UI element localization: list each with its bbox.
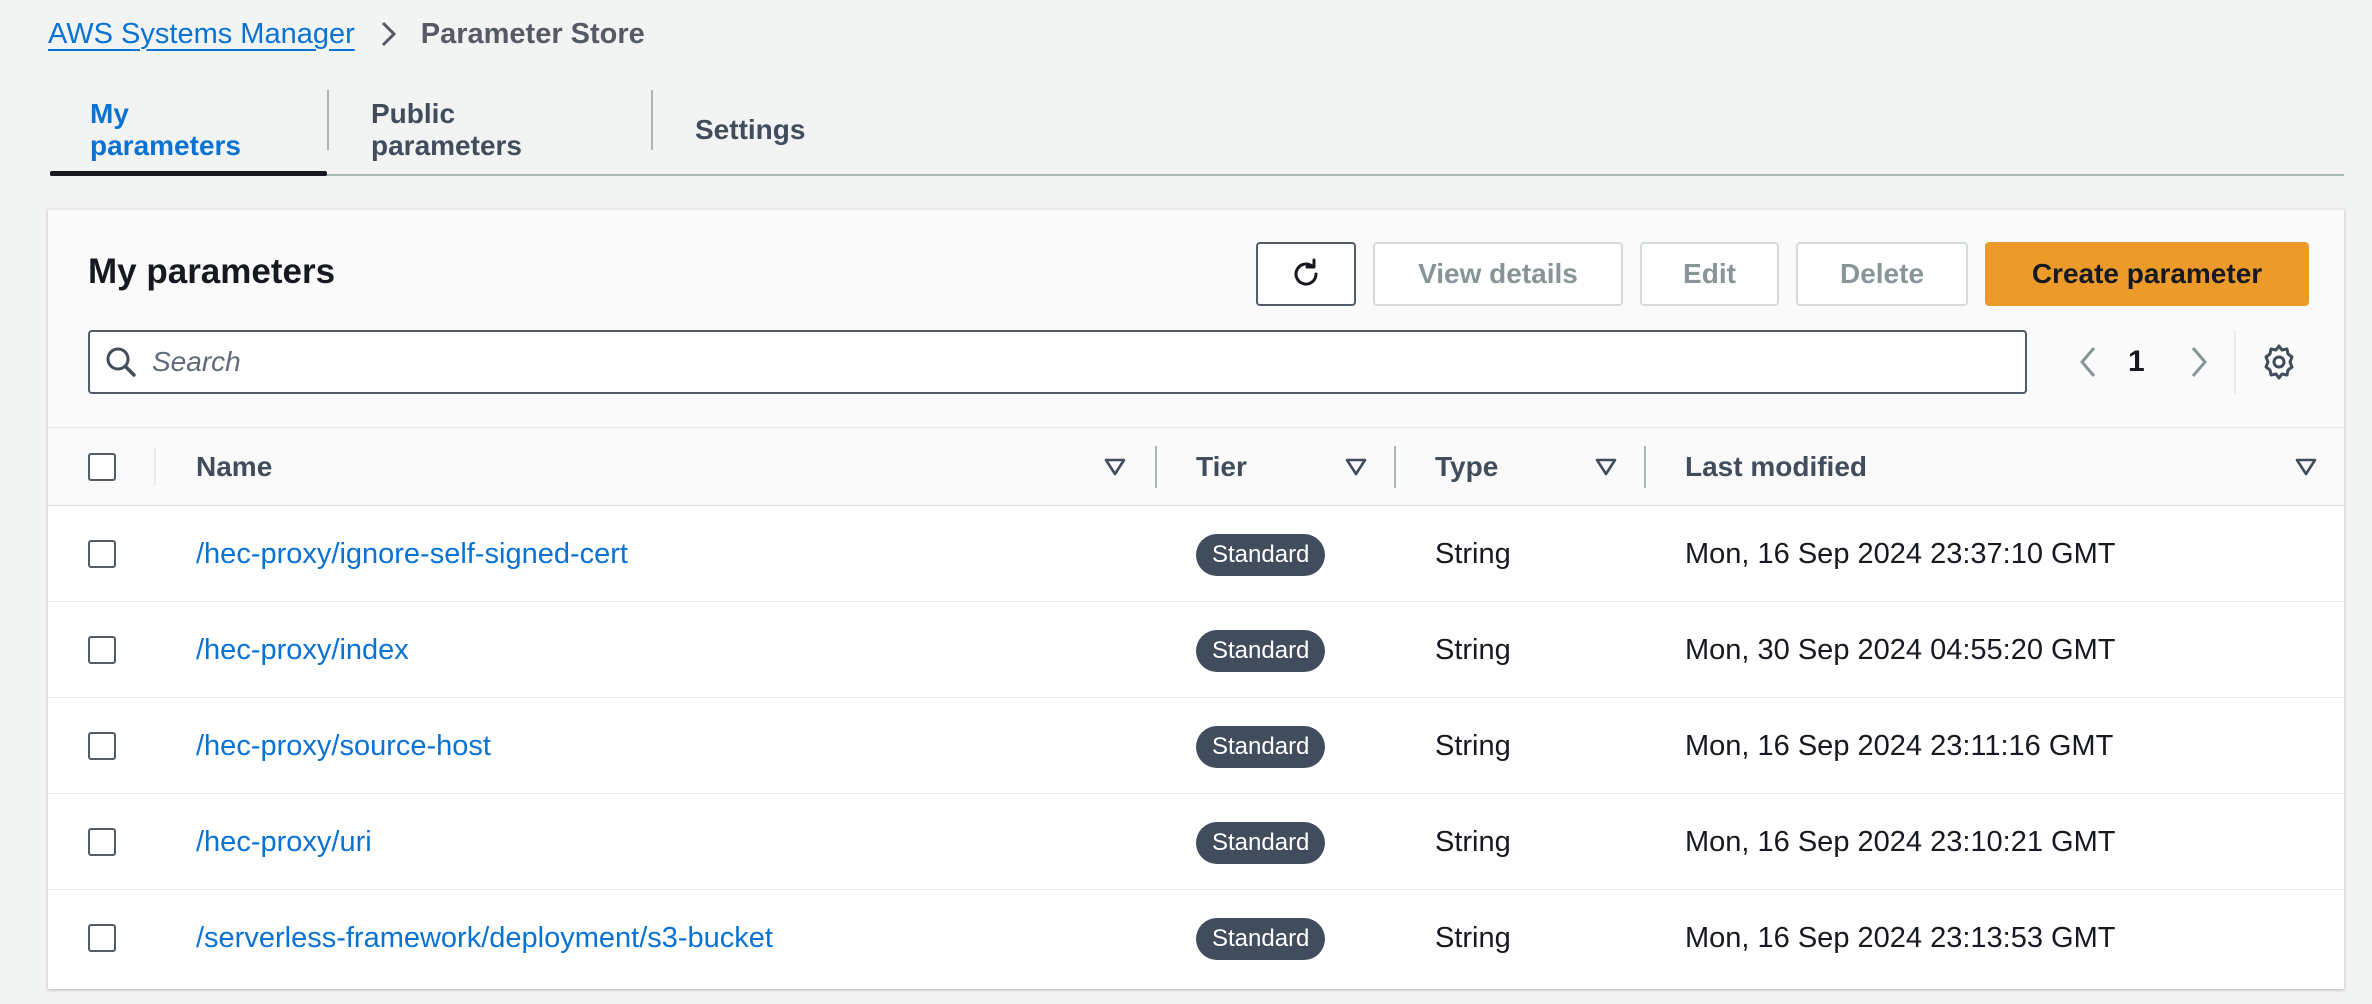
search-icon <box>106 347 136 377</box>
sort-down-icon[interactable] <box>1344 455 1368 479</box>
type-cell: String <box>1435 921 1511 954</box>
tier-badge: Standard <box>1196 822 1326 864</box>
table-row: /hec-proxy/ignore-self-signed-cert Stand… <box>48 506 2344 602</box>
last-modified-cell: Mon, 16 Sep 2024 23:10:21 GMT <box>1685 825 2116 858</box>
table-row: /hec-proxy/index Standard String Mon, 30… <box>48 602 2344 698</box>
row-checkbox[interactable] <box>88 732 116 760</box>
table-row: /serverless-framework/deployment/s3-buck… <box>48 890 2344 986</box>
table-header: Name Tier Type Last modified <box>48 428 2344 506</box>
tab-public-parameters[interactable]: Public parameters <box>329 86 651 174</box>
name-cell: /hec-proxy/ignore-self-signed-cert <box>196 506 628 602</box>
name-cell: /hec-proxy/source-host <box>196 698 491 794</box>
chevron-right-icon <box>381 21 396 47</box>
tier-badge: Standard <box>1196 630 1326 672</box>
column-header-type[interactable]: Type <box>1435 428 1498 506</box>
view-details-button[interactable]: View details <box>1373 242 1623 306</box>
last-modified-cell: Mon, 16 Sep 2024 23:11:16 GMT <box>1685 729 2114 762</box>
column-divider <box>154 448 156 486</box>
column-header-last-modified[interactable]: Last modified <box>1685 428 1867 506</box>
breadcrumb-systems-manager-link[interactable]: AWS Systems Manager <box>48 18 355 51</box>
parameter-link[interactable]: /hec-proxy/source-host <box>196 730 491 763</box>
search-input[interactable] <box>152 346 1992 378</box>
type-cell: String <box>1435 825 1511 858</box>
edit-button[interactable]: Edit <box>1640 242 1779 306</box>
panel-title: My parameters <box>88 252 336 291</box>
tab-list: My parameters Public parameters Settings <box>50 86 2344 176</box>
gear-icon[interactable] <box>2260 343 2298 381</box>
next-page-button[interactable] <box>2184 334 2214 390</box>
breadcrumb-current: Parameter Store <box>420 17 645 50</box>
sort-down-icon[interactable] <box>2294 455 2318 479</box>
search-box <box>88 330 2027 394</box>
breadcrumb: AWS Systems Manager Parameter Store <box>48 14 645 54</box>
pagination-divider <box>2234 330 2236 394</box>
type-cell: String <box>1435 633 1511 666</box>
tab-label: Settings <box>695 114 806 145</box>
name-cell: /hec-proxy/uri <box>196 794 372 890</box>
select-all-checkbox[interactable] <box>88 453 116 481</box>
tier-badge: Standard <box>1196 726 1326 768</box>
type-cell: String <box>1435 729 1511 762</box>
row-checkbox[interactable] <box>88 636 116 664</box>
delete-button[interactable]: Delete <box>1796 242 1968 306</box>
refresh-button[interactable] <box>1256 242 1356 306</box>
create-parameter-button[interactable]: Create parameter <box>1985 242 2309 306</box>
column-divider <box>1394 446 1396 488</box>
panel-header: My parameters View details Edit Delete C… <box>48 210 2344 428</box>
tab-settings[interactable]: Settings <box>653 86 845 174</box>
chevron-right-icon <box>2191 347 2207 377</box>
parameter-link[interactable]: /hec-proxy/ignore-self-signed-cert <box>196 538 628 571</box>
refresh-icon <box>1294 258 1318 286</box>
parameter-link[interactable]: /hec-proxy/index <box>196 634 409 667</box>
tab-label: Public parameters <box>371 98 522 161</box>
row-checkbox[interactable] <box>88 828 116 856</box>
name-cell: /hec-proxy/index <box>196 602 409 698</box>
row-checkbox[interactable] <box>88 540 116 568</box>
table-row: /hec-proxy/uri Standard String Mon, 16 S… <box>48 794 2344 890</box>
tier-badge: Standard <box>1196 534 1326 576</box>
previous-page-button[interactable] <box>2073 334 2103 390</box>
table-row: /hec-proxy/source-host Standard String M… <box>48 698 2344 794</box>
column-divider <box>1644 446 1646 488</box>
parameter-link[interactable]: /hec-proxy/uri <box>196 826 372 859</box>
last-modified-cell: Mon, 16 Sep 2024 23:13:53 GMT <box>1685 921 2116 954</box>
parameter-link[interactable]: /serverless-framework/deployment/s3-buck… <box>196 922 773 955</box>
tab-my-parameters[interactable]: My parameters <box>50 86 327 176</box>
sort-down-icon[interactable] <box>1594 455 1618 479</box>
last-modified-cell: Mon, 16 Sep 2024 23:37:10 GMT <box>1685 537 2116 570</box>
sort-down-icon[interactable] <box>1103 455 1127 479</box>
chevron-left-icon <box>2080 347 2096 377</box>
column-header-name[interactable]: Name <box>196 428 272 506</box>
tier-badge: Standard <box>1196 918 1326 960</box>
last-modified-cell: Mon, 30 Sep 2024 04:55:20 GMT <box>1685 633 2116 666</box>
column-header-tier[interactable]: Tier <box>1196 428 1247 506</box>
name-cell: /serverless-framework/deployment/s3-buck… <box>196 890 773 986</box>
page-number-button[interactable]: 1 <box>2128 334 2145 390</box>
column-divider <box>1155 446 1157 488</box>
tab-label: My parameters <box>90 98 241 161</box>
parameters-panel: My parameters View details Edit Delete C… <box>48 209 2344 989</box>
row-checkbox[interactable] <box>88 924 116 952</box>
type-cell: String <box>1435 537 1511 570</box>
